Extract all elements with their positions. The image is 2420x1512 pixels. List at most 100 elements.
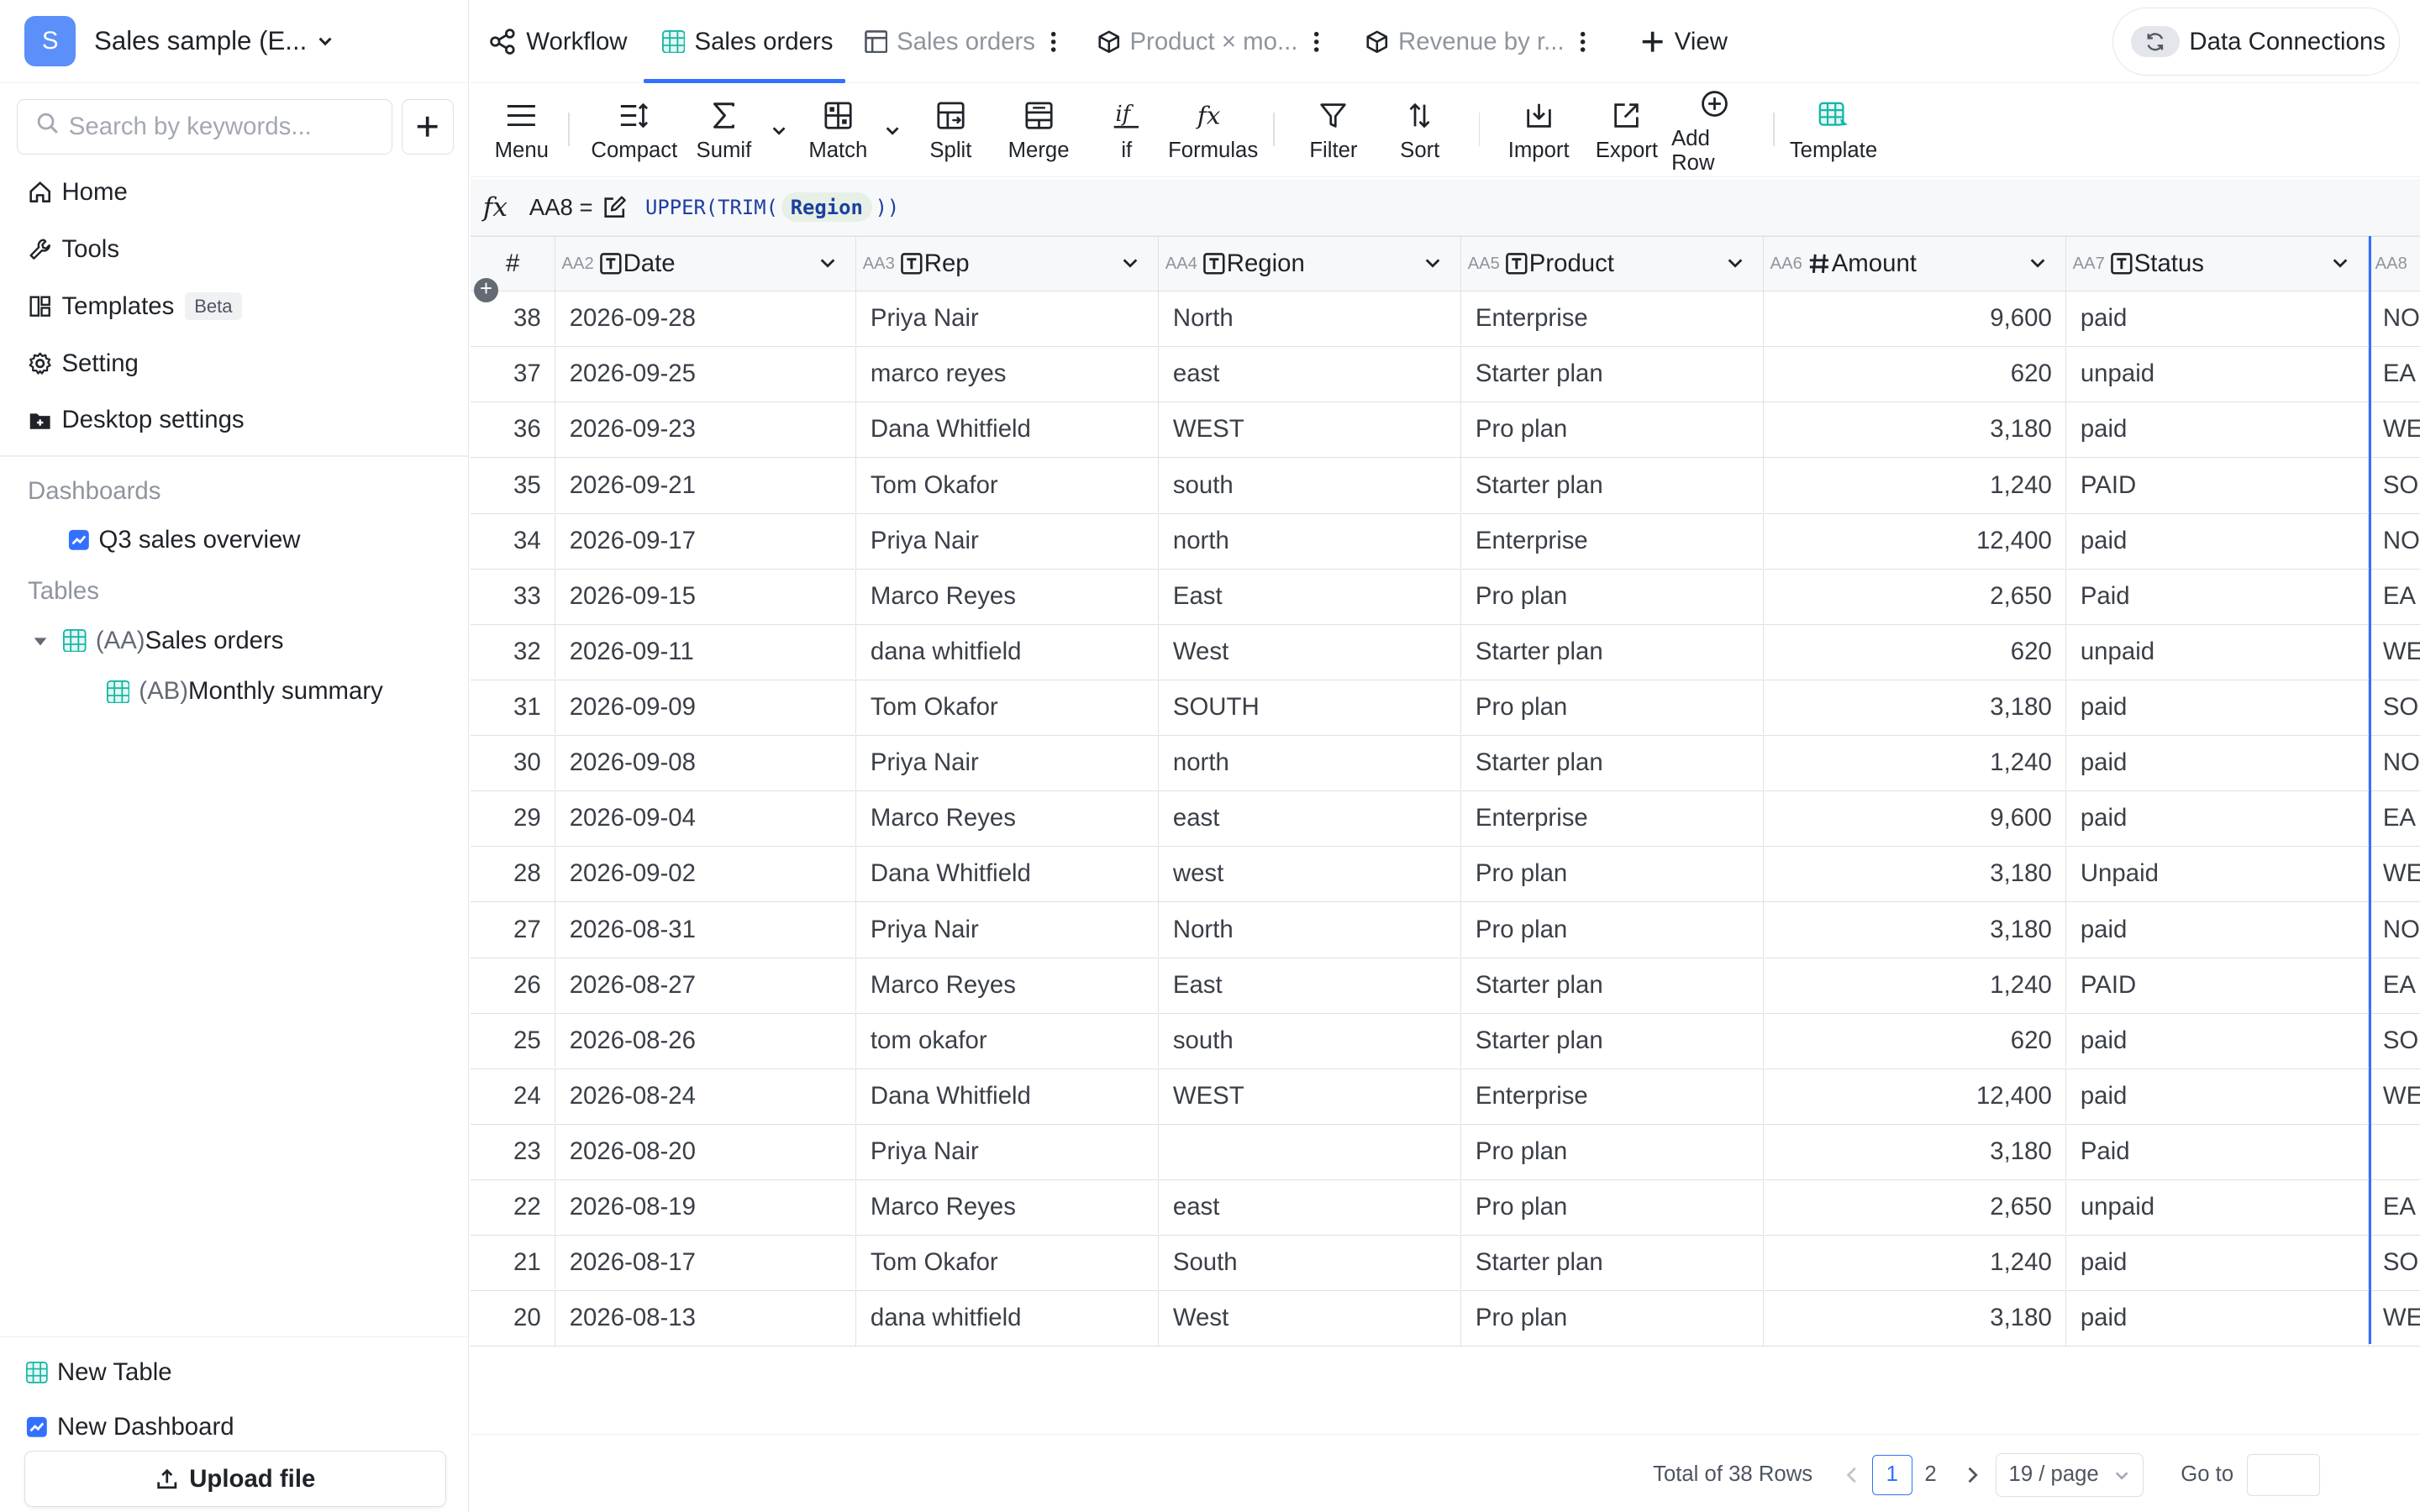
cell-rep[interactable]: Priya Nair — [856, 291, 1160, 346]
cell-rep[interactable]: Dana Whitfield — [856, 402, 1160, 457]
cell-product[interactable]: Starter plan — [1461, 1013, 1765, 1068]
cell-amount[interactable]: 9,600 — [1764, 291, 2067, 346]
cell-product[interactable]: Enterprise — [1461, 513, 1765, 568]
add-row-button[interactable]: Add Row — [1671, 85, 1758, 177]
tab-sales-orders[interactable]: Sales orders — [661, 0, 833, 83]
data-connections-button[interactable]: Data Connections — [2112, 8, 2401, 76]
cell-status[interactable]: PAID — [2066, 458, 2370, 512]
cell-product[interactable]: Starter plan — [1461, 736, 1765, 790]
more-vertical-icon[interactable] — [1050, 31, 1056, 53]
cell-date[interactable]: 2026-09-17 — [555, 513, 857, 568]
cell-rep[interactable]: Tom Okafor — [856, 1236, 1160, 1290]
cell-status[interactable]: paid — [2066, 736, 2370, 790]
cell-aa8[interactable]: WE — [2369, 1291, 2420, 1345]
cell-rep[interactable]: tom okafor — [856, 1013, 1160, 1068]
cell-status[interactable]: unpaid — [2066, 624, 2370, 680]
upload-file-button[interactable]: Upload file — [24, 1451, 446, 1507]
more-vertical-icon[interactable] — [1580, 31, 1586, 53]
cell-rep[interactable]: Dana Whitfield — [856, 847, 1160, 901]
cell-product[interactable]: Starter plan — [1461, 347, 1765, 402]
cell-aa8[interactable]: WE — [2369, 847, 2420, 900]
column-header-aa2[interactable]: AA2 Date — [555, 237, 857, 291]
cell-region[interactable]: north — [1159, 736, 1462, 790]
cell-aa8[interactable]: EA — [2369, 791, 2420, 845]
cell-product[interactable]: Pro plan — [1461, 1291, 1765, 1346]
cell-aa8[interactable]: SO — [2369, 680, 2420, 734]
cell-product[interactable]: Pro plan — [1461, 902, 1765, 957]
cell-amount[interactable]: 12,400 — [1764, 513, 2067, 568]
cell-region[interactable]: south — [1159, 1013, 1462, 1068]
page-size-select[interactable]: 19 / page — [1995, 1438, 2144, 1512]
next-page-icon[interactable] — [1965, 1438, 1980, 1512]
cell-aa8[interactable] — [2369, 1125, 2420, 1179]
match-button[interactable]: Match — [804, 85, 872, 177]
new-table-button[interactable]: New Table — [26, 1358, 172, 1387]
cell-product[interactable]: Starter plan — [1461, 458, 1765, 512]
cell-date[interactable]: 2026-09-02 — [555, 847, 857, 901]
cell-amount[interactable]: 3,180 — [1764, 902, 2067, 957]
cell-product[interactable]: Enterprise — [1461, 791, 1765, 846]
cell-region[interactable]: north — [1159, 513, 1462, 568]
caret-down-icon[interactable] — [31, 632, 50, 650]
cell-amount[interactable]: 1,240 — [1764, 1236, 2067, 1290]
cell-product[interactable]: Pro plan — [1461, 1180, 1765, 1235]
dashboard-item-q3-sales-overview[interactable]: Q3 sales overview — [68, 526, 301, 554]
cell-status[interactable]: paid — [2066, 402, 2370, 457]
workspace-switcher[interactable]: S Sales sample (E... — [0, 0, 470, 84]
cell-region[interactable] — [1159, 1124, 1462, 1179]
column-header-aa7[interactable]: AA7 Status — [2066, 237, 2370, 291]
tab-revenue-by-region[interactable]: Revenue by r... — [1365, 0, 1586, 83]
cell-date[interactable]: 2026-08-27 — [555, 958, 857, 1012]
cell-amount[interactable]: 12,400 — [1764, 1068, 2067, 1124]
cell-status[interactable]: paid — [2066, 1236, 2370, 1290]
cell-date[interactable]: 2026-09-11 — [555, 624, 857, 680]
cell-rep[interactable]: Tom Okafor — [856, 680, 1160, 735]
cell-date[interactable]: 2026-09-08 — [555, 736, 857, 790]
cell-region[interactable]: North — [1159, 291, 1462, 346]
cell-date[interactable]: 2026-08-13 — [555, 1291, 857, 1346]
cell-region[interactable]: east — [1159, 347, 1462, 402]
new-dashboard-button[interactable]: New Dashboard — [26, 1413, 234, 1441]
cell-region[interactable]: West — [1159, 624, 1462, 680]
cell-date[interactable]: 2026-09-09 — [555, 680, 857, 735]
cell-region[interactable]: east — [1159, 791, 1462, 846]
cell-rep[interactable]: Priya Nair — [856, 902, 1160, 957]
menu-button[interactable]: Menu — [489, 85, 554, 177]
cell-product[interactable]: Starter plan — [1461, 1236, 1765, 1290]
column-header-aa5[interactable]: AA5 Product — [1461, 237, 1765, 291]
cell-rep[interactable]: Dana Whitfield — [856, 1068, 1160, 1124]
goto-page-input[interactable] — [2247, 1438, 2320, 1512]
cell-status[interactable]: paid — [2066, 902, 2370, 957]
table-item-sales-orders[interactable]: (AA) Sales orders — [31, 627, 283, 655]
cell-amount[interactable]: 620 — [1764, 624, 2067, 680]
filter-button[interactable]: Filter — [1304, 85, 1363, 177]
cell-region[interactable]: WEST — [1159, 402, 1462, 457]
cell-aa8[interactable]: NO — [2369, 736, 2420, 790]
cell-status[interactable]: unpaid — [2066, 347, 2370, 402]
cell-product[interactable]: Pro plan — [1461, 847, 1765, 901]
formula-bar[interactable]: fx AA8 = UPPER(TRIM( Region )) — [471, 179, 2420, 236]
tab-sales-orders-view[interactable]: Sales orders — [864, 0, 1057, 83]
import-button[interactable]: Import — [1503, 85, 1574, 177]
add-view-button[interactable]: View — [1640, 0, 1728, 83]
column-header-aa6[interactable]: AA6 Amount — [1764, 237, 2067, 291]
cell-amount[interactable]: 9,600 — [1764, 791, 2067, 846]
cell-status[interactable]: paid — [2066, 791, 2370, 846]
match-dropdown-chevron-icon[interactable] — [884, 122, 901, 139]
cell-product[interactable]: Pro plan — [1461, 569, 1765, 623]
cell-rep[interactable]: Marco Reyes — [856, 958, 1160, 1012]
cell-region[interactable]: west — [1159, 847, 1462, 901]
sidebar-item-setting[interactable]: Setting — [0, 335, 468, 392]
sumif-dropdown-chevron-icon[interactable] — [771, 122, 787, 139]
sumif-button[interactable]: Sumif — [693, 85, 755, 177]
cell-amount[interactable]: 1,240 — [1764, 736, 2067, 790]
cell-amount[interactable]: 620 — [1764, 1013, 2067, 1068]
cell-region[interactable]: south — [1159, 458, 1462, 512]
cell-aa8[interactable]: EA — [2369, 1180, 2420, 1234]
cell-rep[interactable]: Marco Reyes — [856, 1180, 1160, 1235]
cell-amount[interactable]: 3,180 — [1764, 680, 2067, 735]
column-menu-chevron-icon[interactable] — [2028, 254, 2047, 272]
cell-date[interactable]: 2026-08-19 — [555, 1180, 857, 1235]
cell-date[interactable]: 2026-09-04 — [555, 791, 857, 846]
cell-region[interactable]: SOUTH — [1159, 680, 1462, 735]
